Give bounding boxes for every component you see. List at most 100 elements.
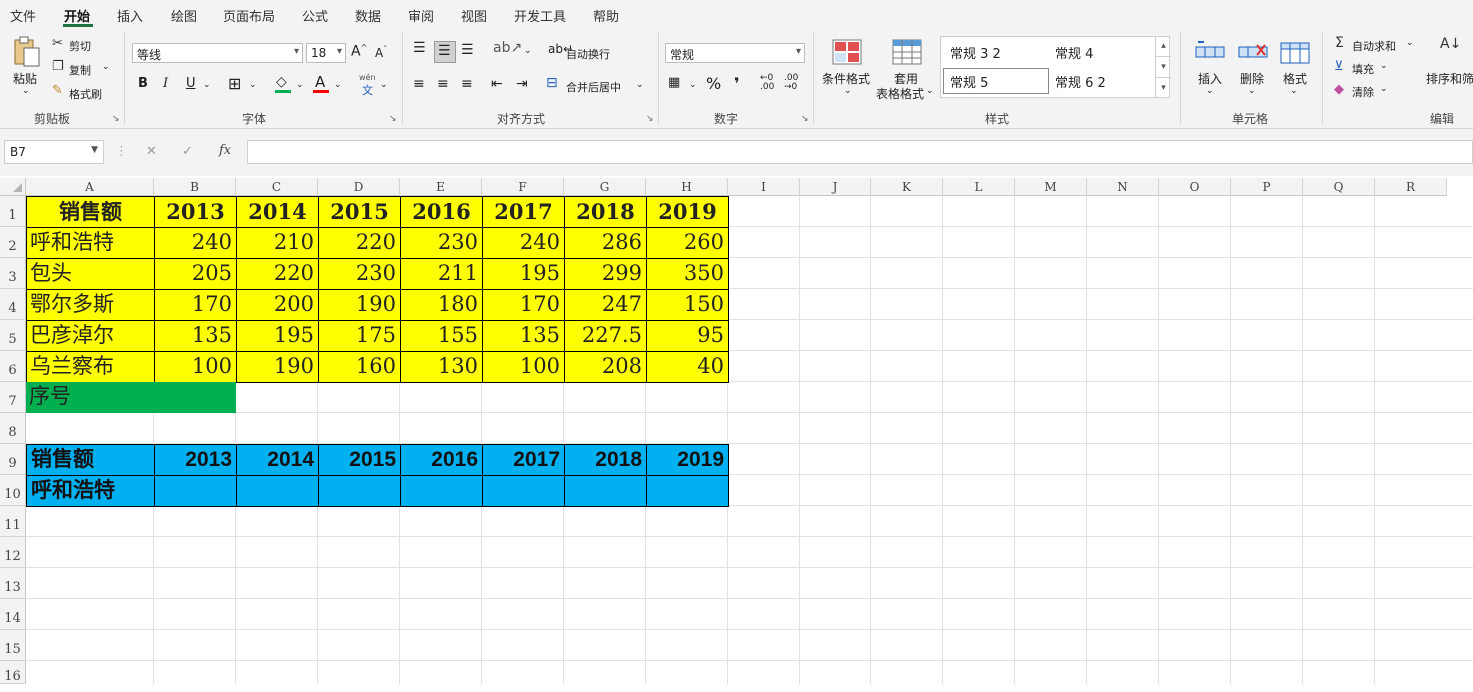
copy-button[interactable]: 复制 (69, 62, 91, 78)
chevron-down-icon[interactable]: ⌄ (203, 80, 211, 90)
table1-header-cell[interactable]: 2015 (318, 196, 401, 228)
number-launcher-icon[interactable]: ↘ (801, 114, 809, 124)
table1-value-cell[interactable]: 240 (482, 227, 565, 259)
row-header-2[interactable]: 2 (0, 227, 26, 258)
column-header-c[interactable]: C (236, 178, 318, 196)
enter-icon[interactable]: ✓ (182, 144, 193, 159)
shrink-font-button[interactable]: Aˇ (375, 45, 387, 60)
table1-value-cell[interactable]: 40 (646, 351, 729, 383)
menu-home[interactable]: 开始 (64, 6, 90, 25)
column-header-k[interactable]: K (871, 178, 943, 196)
table1-value-cell[interactable]: 190 (318, 289, 401, 321)
chevron-down-icon[interactable]: ⌄ (1290, 86, 1298, 96)
column-header-i[interactable]: I (728, 178, 800, 196)
align-middle-button[interactable]: ☰ (434, 41, 456, 63)
align-left-icon[interactable]: ≡ (413, 76, 425, 92)
table1-value-cell[interactable]: 208 (564, 351, 647, 383)
clipboard-launcher-icon[interactable]: ↘ (112, 114, 120, 124)
chevron-down-icon[interactable]: ⌄ (380, 80, 388, 90)
table1-value-cell[interactable]: 220 (318, 227, 401, 259)
table1-value-cell[interactable]: 135 (482, 320, 565, 352)
column-header-b[interactable]: B (154, 178, 236, 196)
cancel-icon[interactable]: ✕ (146, 144, 157, 159)
borders-icon[interactable]: ⊞ (228, 74, 241, 93)
chevron-down-icon[interactable]: ⌄ (844, 86, 852, 96)
row-header-4[interactable]: 4 (0, 289, 26, 320)
formula-input[interactable] (247, 140, 1473, 164)
delete-button[interactable]: 删除 (1240, 70, 1264, 87)
table1-value-cell[interactable]: 240 (154, 227, 237, 259)
chevron-down-icon[interactable]: ▼ (91, 145, 98, 155)
chevron-down-icon[interactable]: ⌄ (1406, 38, 1414, 48)
table2-header-cell[interactable]: 销售额 (26, 444, 155, 476)
column-header-g[interactable]: G (564, 178, 646, 196)
menu-insert[interactable]: 插入 (117, 6, 143, 25)
scroll-up-icon[interactable]: ▴ (1156, 36, 1171, 57)
table1-city-cell[interactable]: 包头 (26, 258, 155, 290)
row-header-13[interactable]: 13 (0, 568, 26, 599)
menu-review[interactable]: 审阅 (408, 6, 434, 25)
table2-value-cell[interactable] (154, 475, 237, 507)
table2-header-cell[interactable]: 2018 (564, 444, 647, 476)
menu-help[interactable]: 帮助 (593, 6, 619, 25)
percent-button[interactable]: % (706, 74, 721, 93)
table2-header-cell[interactable]: 2014 (236, 444, 319, 476)
style-cell-4[interactable]: 常规 6 2 (1055, 72, 1106, 91)
table1-value-cell[interactable]: 210 (236, 227, 319, 259)
table1-city-cell[interactable]: 鄂尔多斯 (26, 289, 155, 321)
chevron-down-icon[interactable]: ⌄ (334, 80, 342, 90)
column-header-j[interactable]: J (800, 178, 871, 196)
chevron-down-icon[interactable]: ⌄ (1248, 86, 1256, 96)
table1-header-cell[interactable]: 2016 (400, 196, 483, 228)
number-format-dropdown[interactable]: 常规 ▾ (665, 43, 805, 63)
row-header-1[interactable]: 1 (0, 196, 26, 227)
serial-number-cell[interactable]: 序号 (26, 382, 236, 413)
name-box[interactable]: B7 ▼ (4, 140, 104, 164)
column-header-n[interactable]: N (1087, 178, 1159, 196)
table1-value-cell[interactable]: 150 (646, 289, 729, 321)
table2-value-cell[interactable] (318, 475, 401, 507)
table2-header-cell[interactable]: 2017 (482, 444, 565, 476)
copy-dropdown-icon[interactable]: ⌄ (102, 62, 110, 72)
column-header-r[interactable]: R (1375, 178, 1447, 196)
align-top-icon[interactable]: ☰ (413, 40, 426, 56)
table1-value-cell[interactable]: 195 (482, 258, 565, 290)
table2-value-cell[interactable] (482, 475, 565, 507)
cut-button[interactable]: 剪切 (69, 38, 91, 54)
table1-value-cell[interactable]: 170 (154, 289, 237, 321)
align-bottom-icon[interactable]: ☰ (461, 42, 474, 58)
column-header-f[interactable]: F (482, 178, 564, 196)
table1-value-cell[interactable]: 195 (236, 320, 319, 352)
chevron-down-icon[interactable]: ⌄ (926, 86, 934, 96)
column-header-l[interactable]: L (943, 178, 1015, 196)
table1-value-cell[interactable]: 350 (646, 258, 729, 290)
table1-value-cell[interactable]: 130 (400, 351, 483, 383)
column-header-d[interactable]: D (318, 178, 400, 196)
table1-city-cell[interactable]: 巴彦淖尔 (26, 320, 155, 352)
underline-button[interactable]: U (186, 76, 196, 91)
table1-value-cell[interactable]: 227.5 (564, 320, 647, 352)
table1-value-cell[interactable]: 100 (154, 351, 237, 383)
style-cell-1[interactable]: 常规 3 2 (950, 43, 1001, 62)
row-header-10[interactable]: 10 (0, 475, 26, 506)
conditional-format-button[interactable]: 条件格式 (822, 70, 870, 87)
menu-data[interactable]: 数据 (355, 6, 381, 25)
chevron-down-icon[interactable]: ⌄ (296, 80, 304, 90)
table2-city-cell[interactable]: 呼和浩特 (26, 475, 155, 507)
comma-button[interactable]: ❜ (734, 74, 740, 93)
table1-value-cell[interactable]: 155 (400, 320, 483, 352)
scroll-down-icon[interactable]: ▾ (1156, 57, 1171, 78)
column-header-a[interactable]: A (26, 178, 154, 196)
table1-value-cell[interactable]: 100 (482, 351, 565, 383)
column-header-e[interactable]: E (400, 178, 482, 196)
more-icon[interactable]: ▾ (1156, 78, 1171, 98)
table2-header-cell[interactable]: 2019 (646, 444, 729, 476)
format-painter-button[interactable]: 格式刷 (69, 86, 102, 102)
autosum-button[interactable]: 自动求和 (1352, 38, 1396, 54)
style-cell-3[interactable]: 常规 5 (950, 72, 988, 91)
table1-value-cell[interactable]: 175 (318, 320, 401, 352)
table1-header-cell[interactable]: 2018 (564, 196, 647, 228)
decrease-decimal-icon[interactable]: .00 →0 (784, 74, 798, 92)
row-header-15[interactable]: 15 (0, 630, 26, 661)
row-header-7[interactable]: 7 (0, 382, 26, 413)
